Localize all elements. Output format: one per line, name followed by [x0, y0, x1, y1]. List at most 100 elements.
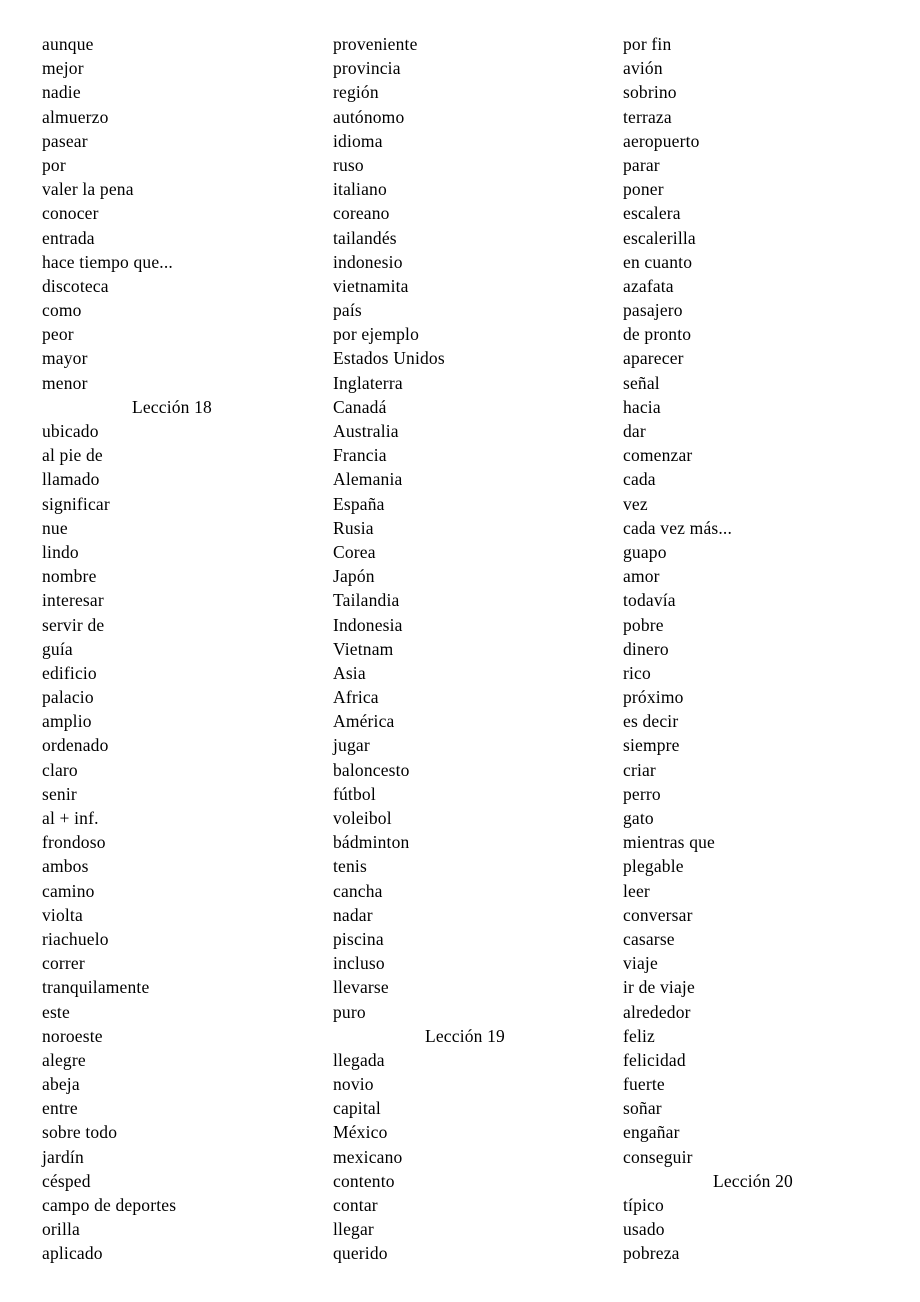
vocabulary-entry: feliz: [623, 1025, 655, 1046]
vocabulary-entry: por: [42, 154, 66, 175]
vocabulary-entry: ordenado: [42, 735, 109, 756]
vocabulary-entry: abeja: [42, 1074, 80, 1095]
vocabulary-entry: significar: [42, 493, 110, 514]
vocabulary-entry: este: [42, 1001, 70, 1022]
vocabulary-entry: entrada: [42, 227, 95, 248]
vocabulary-entry: vietnamita: [333, 275, 409, 296]
vocabulary-entry: Asia: [333, 662, 366, 683]
vocabulary-entry: mexicano: [333, 1146, 403, 1167]
vocabulary-entry: dar: [623, 421, 646, 441]
vocabulary-entry: conseguir: [623, 1146, 693, 1167]
vocabulary-entry: cancha: [333, 880, 383, 901]
vocabulary-entry: fuerte: [623, 1074, 665, 1095]
vocabulary-entry: hace tiempo que...: [42, 251, 173, 272]
vocabulary-entry: América: [333, 711, 395, 732]
vocabulary-entry: puro: [333, 1001, 366, 1022]
vocabulary-entry: azafata: [623, 275, 674, 296]
vocabulary-entry: incluso: [333, 953, 385, 974]
vocabulary-entry: escalerilla: [623, 227, 696, 248]
vocabulary-entry: querido: [333, 1243, 388, 1264]
word-list-column-1: aunque mejor nadie almuerzo pasear por valer l…: [0, 0, 290, 1266]
vocabulary-entry: ir de viaje: [623, 977, 695, 998]
vocabulary-entry: todavía: [623, 590, 676, 611]
vocabulary-entry: bádminton: [333, 832, 410, 853]
vocabulary-entry: claro: [42, 759, 78, 780]
vocabulary-entry: proveniente: [333, 34, 418, 54]
vocabulary-entry: llegar: [333, 1219, 374, 1240]
vocabulary-entry: parar: [623, 154, 660, 175]
vocabulary-entry: italiano: [333, 179, 387, 200]
vocabulary-entry: violta: [42, 904, 83, 925]
vocabulary-entry: tailandés: [333, 227, 397, 248]
vocabulary-entry: señal: [623, 372, 660, 393]
vocabulary-entry: pobre: [623, 614, 664, 635]
vocabulary-entry: perro: [623, 783, 661, 804]
vocabulary-entry: mientras que: [623, 832, 716, 853]
vocabulary-entry: aeropuerto: [623, 130, 700, 151]
vocabulary-entry: lindo: [42, 541, 79, 562]
vocabulary-entry: Estados Unidos: [333, 348, 445, 369]
vocabulary-entry: aplicado: [42, 1243, 103, 1264]
vocabulary-entry: amplio: [42, 711, 92, 732]
vocabulary-entry: soñar: [623, 1098, 662, 1119]
vocabulary-entry: edificio: [42, 662, 97, 683]
vocabulary-entry: usado: [623, 1219, 665, 1240]
vocabulary-entry: césped: [42, 1170, 91, 1191]
vocabulary-entry: idioma: [333, 130, 383, 151]
document-page: aunque mejor nadie almuerzo pasear por valer l…: [0, 0, 920, 1302]
vocabulary-entry: felicidad: [623, 1049, 686, 1070]
vocabulary-entry: entre: [42, 1098, 78, 1119]
vocabulary-entry: por ejemplo: [333, 324, 419, 345]
vocabulary-entry: servir de: [42, 614, 105, 635]
vocabulary-entry: jardín: [42, 1146, 84, 1167]
vocabulary-entry: es decir: [623, 711, 679, 732]
vocabulary-entry: hacia: [623, 396, 661, 417]
vocabulary-entry: comenzar: [623, 445, 693, 466]
vocabulary-entry: riachuelo: [42, 928, 109, 949]
vocabulary-entry: frondoso: [42, 832, 106, 853]
vocabulary-entry: llegada: [333, 1049, 385, 1070]
vocabulary-entry: campo de deportes: [42, 1195, 177, 1215]
vocabulary-entry: guapo: [623, 541, 667, 562]
vocabulary-entry: aparecer: [623, 348, 684, 369]
vocabulary-entry: camino: [42, 880, 95, 901]
vocabulary-entry: Alemania: [333, 469, 403, 490]
vocabulary-entry: ambos: [42, 856, 89, 877]
vocabulary-entry: palacio: [42, 687, 94, 708]
vocabulary-entry: menor: [42, 372, 88, 393]
vocabulary-entry: mejor: [42, 58, 84, 79]
vocabulary-entry: viaje: [623, 953, 658, 974]
vocabulary-entry: discoteca: [42, 275, 109, 296]
vocabulary-entry: Corea: [333, 541, 376, 562]
vocabulary-entry: coreano: [333, 203, 390, 224]
lesson-heading: Lección 18: [132, 396, 212, 417]
vocabulary-entry: orilla: [42, 1219, 80, 1240]
vocabulary-entry: México: [333, 1122, 388, 1143]
vocabulary-entry: peor: [42, 324, 74, 345]
vocabulary-entry: rico: [623, 662, 651, 683]
vocabulary-entry: Africa: [333, 687, 379, 708]
vocabulary-entry: almuerzo: [42, 106, 109, 127]
vocabulary-entry: llevarse: [333, 977, 389, 998]
vocabulary-entry: piscina: [333, 928, 384, 949]
vocabulary-entry: fútbol: [333, 783, 376, 804]
vocabulary-entry: Vietnam: [333, 638, 394, 659]
vocabulary-entry: sobre todo: [42, 1122, 118, 1143]
vocabulary-entry: alrededor: [623, 1001, 691, 1022]
vocabulary-entry: mayor: [42, 348, 88, 369]
vocabulary-entry: jugar: [333, 735, 370, 756]
vocabulary-entry: escalera: [623, 203, 681, 224]
vocabulary-entry: noroeste: [42, 1025, 103, 1046]
vocabulary-entry: al + inf.: [42, 808, 99, 828]
vocabulary-entry: sobrino: [623, 82, 677, 103]
vocabulary-entry: por fin: [623, 34, 672, 54]
vocabulary-entry: contar: [333, 1195, 378, 1215]
vocabulary-entry: región: [333, 82, 379, 103]
vocabulary-entry: voleibol: [333, 808, 392, 828]
vocabulary-entry: Australia: [333, 421, 399, 441]
vocabulary-entry: tranquilamente: [42, 977, 150, 998]
word-list-column-3: por fin avión sobrino terraza aeropuerto para…: [580, 0, 870, 1266]
vocabulary-entry: Canadá: [333, 396, 387, 417]
vocabulary-entry: capital: [333, 1098, 381, 1119]
vocabulary-entry: plegable: [623, 856, 684, 877]
